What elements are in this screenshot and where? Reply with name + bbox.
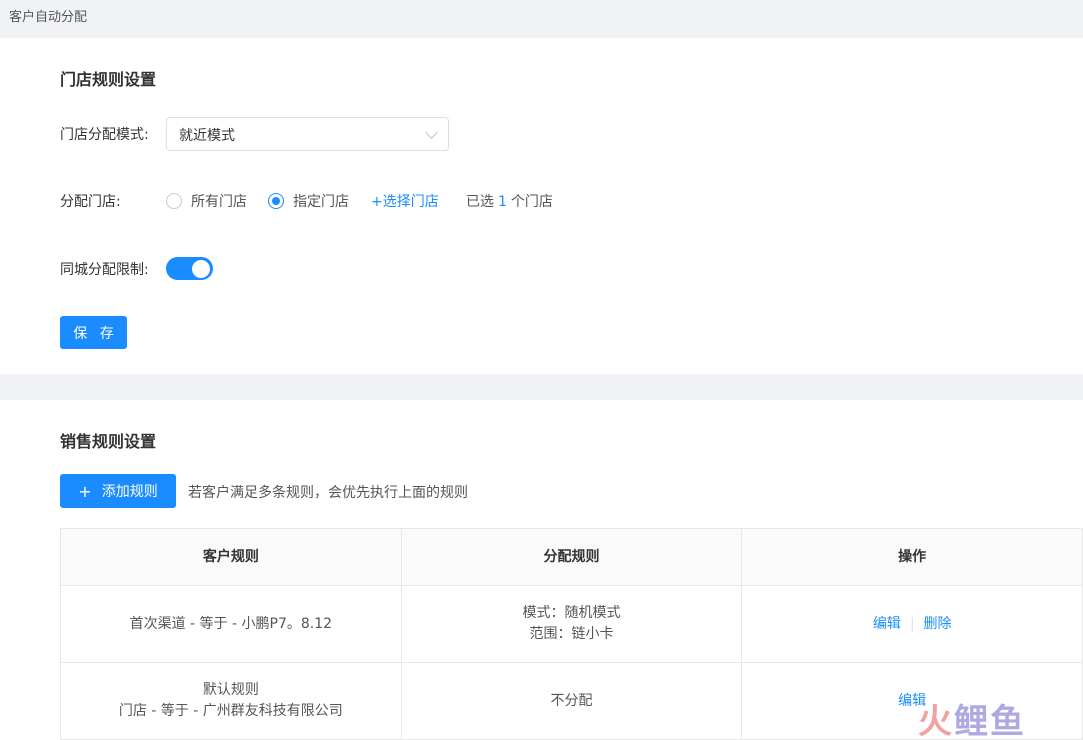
add-rule-button[interactable]: + 添加规则 xyxy=(60,474,176,508)
assign-store-label: 分配门店: xyxy=(60,194,121,210)
column-header-assign-rule: 分配规则 xyxy=(401,529,743,586)
actions-cell: 编辑 | 删除 xyxy=(742,586,1083,663)
customer-rule-line: 门店 - 等于 - 广州群友科技有限公司 xyxy=(118,703,343,719)
save-button[interactable]: 保 存 xyxy=(60,316,127,349)
watermark-fire: 火 xyxy=(918,702,954,740)
customer-rule-line: 首次渠道 - 等于 - 小鹏P7。8.12 xyxy=(129,615,333,632)
sales-rules-card: 销售规则设置 + 添加规则 若客户满足多条规则，会优先执行上面的规则 客户规则 … xyxy=(0,400,1083,740)
chevron-down-icon xyxy=(425,126,438,139)
mode-select-value: 就近模式 xyxy=(179,128,235,144)
assign-rule-cell: 模式：随机模式 范围：链小卡 xyxy=(401,586,743,663)
toggle-knob xyxy=(192,259,210,278)
store-rules-card: 门店规则设置 门店分配模式: 就近模式 分配门店: 所有门店 指定门店 +选择门… xyxy=(0,38,1083,374)
radio-checked-icon xyxy=(268,193,284,209)
selected-store-count: 已选 1 个门店 xyxy=(466,191,553,211)
customer-rule-cell: 首次渠道 - 等于 - 小鹏P7。8.12 xyxy=(61,586,402,663)
selected-prefix: 已选 xyxy=(466,194,494,210)
same-city-label: 同城分配限制: xyxy=(60,262,149,278)
assign-rule-line: 范围：链小卡 xyxy=(529,626,614,642)
actions-cell: 编辑 xyxy=(742,663,1083,740)
plus-icon: + xyxy=(78,481,92,501)
radio-all-stores[interactable]: 所有门店 xyxy=(166,192,247,210)
table-row: 首次渠道 - 等于 - 小鹏P7。8.12 模式：随机模式 范围：链小卡 编辑 … xyxy=(61,586,1083,663)
mode-label: 门店分配模式: xyxy=(60,127,149,143)
watermark-rest: 鲤鱼 xyxy=(954,702,1026,740)
table-header: 客户规则 分配规则 操作 xyxy=(61,529,1083,586)
same-city-toggle[interactable] xyxy=(166,257,213,280)
radio-circle-icon xyxy=(166,193,182,209)
add-rule-label: 添加规则 xyxy=(101,484,158,500)
assign-rule-line: 不分配 xyxy=(550,692,593,709)
column-header-actions: 操作 xyxy=(742,529,1083,586)
radio-specified-stores-label: 指定门店 xyxy=(293,194,349,210)
select-store-link[interactable]: +选择门店 xyxy=(371,191,439,211)
customer-rule-line: 默认规则 xyxy=(202,682,259,698)
page-title: 客户自动分配 xyxy=(9,10,88,25)
rule-priority-hint: 若客户满足多条规则，会优先执行上面的规则 xyxy=(188,485,468,501)
assign-rule-line: 模式：随机模式 xyxy=(522,605,621,621)
mode-select[interactable]: 就近模式 xyxy=(166,117,449,151)
delete-link[interactable]: 删除 xyxy=(924,614,952,635)
radio-specified-stores[interactable]: 指定门店 xyxy=(268,192,349,210)
radio-all-stores-label: 所有门店 xyxy=(191,194,247,210)
customer-rule-cell: 默认规则 门店 - 等于 - 广州群友科技有限公司 xyxy=(61,663,402,740)
assign-rule-cell: 不分配 xyxy=(401,663,743,740)
edit-link[interactable]: 编辑 xyxy=(873,614,901,635)
column-header-customer-rule: 客户规则 xyxy=(61,529,402,586)
selected-count: 1 xyxy=(498,194,507,210)
top-bar: 客户自动分配 xyxy=(0,0,1083,38)
action-divider: | xyxy=(909,615,915,632)
watermark-logo: 火鲤鱼 xyxy=(918,694,1026,740)
selected-suffix: 个门店 xyxy=(510,194,553,210)
sales-rules-title: 销售规则设置 xyxy=(60,432,157,451)
store-rules-title: 门店规则设置 xyxy=(60,70,157,89)
